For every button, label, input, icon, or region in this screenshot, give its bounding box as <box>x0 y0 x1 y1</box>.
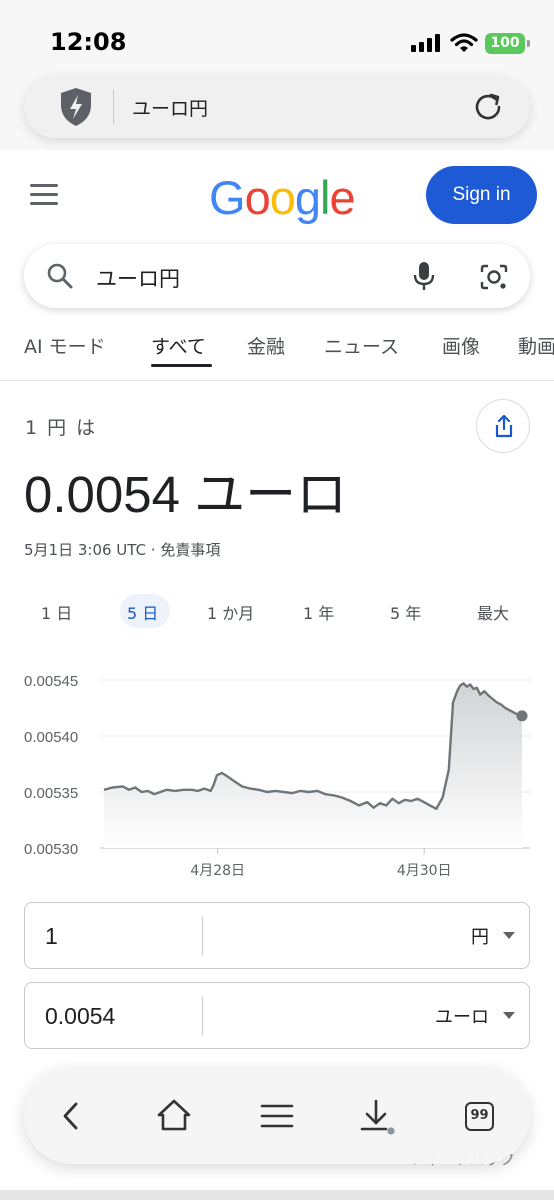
dropdown-arrow-icon[interactable] <box>503 1012 515 1019</box>
microphone-icon[interactable] <box>412 261 436 291</box>
tab-videos[interactable]: 動画 <box>518 332 554 359</box>
address-bar[interactable]: ユーロ円 <box>24 76 530 138</box>
search-icon <box>47 263 73 289</box>
tab-finance[interactable]: 金融 <box>247 332 285 359</box>
browser-toolbar: 99 <box>24 1068 530 1164</box>
to-currency-select[interactable]: ユーロ <box>435 1003 489 1029</box>
download-icon[interactable] <box>356 1096 396 1136</box>
share-icon <box>495 414 513 438</box>
google-logo[interactable]: Google <box>209 170 356 225</box>
range-1y[interactable]: 1 年 <box>303 600 334 624</box>
from-currency-select[interactable]: 円 <box>471 923 489 949</box>
y-tick-label: 0.00540 <box>24 729 78 746</box>
url-text[interactable]: ユーロ円 <box>132 94 208 121</box>
share-button[interactable] <box>476 399 530 453</box>
converted-amount: 0.0054 ユーロ <box>24 466 348 523</box>
tabs-button[interactable]: 99 <box>459 1096 499 1136</box>
dropdown-arrow-icon[interactable] <box>503 932 515 939</box>
y-tick-label: 0.00535 <box>24 785 78 802</box>
status-bar: 12:08 100 <box>0 0 554 70</box>
from-amount-input[interactable]: 1 <box>45 923 58 950</box>
range-max[interactable]: 最大 <box>477 600 509 624</box>
search-tabs: AI モード すべて 金融 ニュース 画像 動画 <box>0 328 554 380</box>
google-lens-icon[interactable] <box>479 263 509 291</box>
tab-news[interactable]: ニュース <box>324 332 399 359</box>
clock: 12:08 <box>50 28 127 56</box>
shield-icon[interactable] <box>59 87 93 127</box>
to-amount-input[interactable]: 0.0054 <box>45 1003 115 1030</box>
range-5y[interactable]: 5 年 <box>390 600 421 624</box>
menu-button[interactable] <box>30 184 60 206</box>
sign-in-button[interactable]: Sign in <box>426 166 537 224</box>
chart-area-fill <box>104 683 522 848</box>
battery-indicator: 100 <box>485 33 530 54</box>
range-1m[interactable]: 1 か月 <box>207 600 254 624</box>
chart-current-point <box>516 710 528 722</box>
home-icon[interactable] <box>154 1096 194 1136</box>
search-box[interactable]: ユーロ円 <box>24 244 530 308</box>
range-1d[interactable]: 1 日 <box>41 600 72 624</box>
time-range-selector: 1 日 5 日 1 か月 1 年 5 年 最大 <box>0 594 554 630</box>
tab-images[interactable]: 画像 <box>442 332 480 359</box>
x-tick-label: 4月28日 <box>190 863 245 879</box>
y-tick-label: 0.00530 <box>24 841 78 858</box>
exchange-rate-chart[interactable]: 0.00545 0.00540 0.00535 0.00530 4月28日 4月30日 <box>0 660 554 890</box>
wifi-icon <box>450 33 478 52</box>
tab-ai-mode[interactable]: AI モード <box>24 332 106 359</box>
x-tick-label: 4月30日 <box>397 863 452 879</box>
converter-to-row: 0.0054 ユーロ <box>24 982 530 1049</box>
converter-from-row: 1 円 <box>24 902 530 969</box>
search-input[interactable]: ユーロ円 <box>96 263 180 293</box>
range-5d[interactable]: 5 日 <box>127 600 158 624</box>
conversion-from: 1 円 は <box>25 417 98 439</box>
back-icon[interactable] <box>52 1096 92 1136</box>
signal-icon <box>411 34 443 52</box>
y-tick-label: 0.00545 <box>24 673 78 690</box>
active-tab-indicator <box>151 364 212 367</box>
menu-icon[interactable] <box>257 1096 297 1136</box>
tab-all[interactable]: すべて <box>151 332 206 359</box>
rate-timestamp: 5月1日 3:06 UTC · 免責事項 <box>24 541 221 559</box>
reload-icon[interactable] <box>471 90 505 124</box>
tabs-icon: 99 <box>465 1102 494 1131</box>
